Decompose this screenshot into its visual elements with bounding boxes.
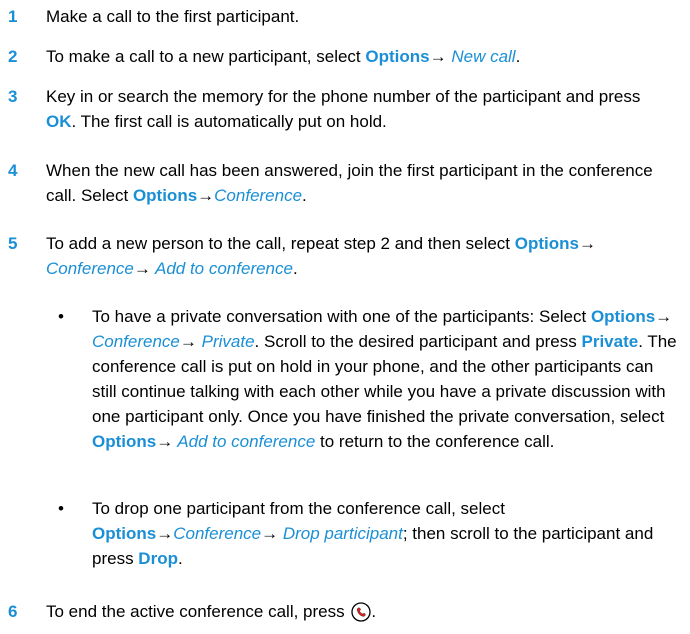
arrow-icon: → [429,47,447,66]
step-text-span: . [371,602,377,621]
step-text-span: . [302,186,307,205]
arrow-icon: → [655,307,673,326]
arrow-icon: → [578,234,596,253]
bullet-text-span: . [177,549,183,568]
step-text: To end the active conference call, press… [46,599,671,624]
menu-keyword: Options [514,234,579,253]
menu-option: Add to conference [173,432,316,451]
step-text-span: To end the active conference call, press [46,602,350,621]
step-text-span: To add a new person to the call, repeat … [46,234,515,253]
bullet-icon: • [58,499,64,518]
menu-keyword: Options [92,524,157,543]
menu-keyword: Options [92,432,157,451]
step-text: To add a new person to the call, repeat … [46,231,671,281]
bullet-text-span: To drop one participant from the confere… [92,499,505,518]
menu-option: Conference [173,524,262,543]
bullet-text-span: To have a private conversation with one … [92,307,591,326]
arrow-icon: → [179,332,197,351]
step-text-span: . [292,259,298,278]
step-text-span: . [515,47,521,66]
bullet-text-span: . Scroll to the desired participant and … [254,332,582,351]
menu-option: Conference [46,259,134,278]
step-number: 4 [8,161,18,180]
menu-keyword: Options [365,47,430,66]
step-number: 5 [8,234,18,253]
menu-option: Drop participant [278,524,403,543]
menu-keyword: Options [132,186,198,205]
bullet-icon: • [58,307,64,326]
arrow-icon: → [156,524,174,543]
step-number: 6 [8,602,18,621]
key-label: Private [581,332,639,351]
key-label: Drop [138,549,178,568]
step-text-span: Key in or search the memory for the phon… [46,87,641,106]
step-text-span: Make a call to the first participant. [46,7,300,26]
step-number: 1 [8,7,18,26]
step-text-span: . The first call is automatically put on… [71,112,387,131]
menu-option: Add to conference [150,259,293,278]
end-call-icon [351,602,371,622]
arrow-icon: → [133,259,151,278]
bullet-text: To have a private conversation with one … [92,304,682,454]
arrow-icon: → [197,186,215,205]
menu-option: Private [196,332,255,351]
menu-option: New call [446,47,516,66]
document-page: 1 Make a call to the first participant. … [0,0,690,634]
step-text: Key in or search the memory for the phon… [46,84,671,134]
bullet-text-span: to return to the conference call. [315,432,555,451]
step-text: Make a call to the first participant. [46,4,671,29]
step-text-span: To make a call to a new participant, sel… [46,47,366,66]
step-number: 2 [8,47,18,66]
arrow-icon: → [156,432,174,451]
step-number: 3 [8,87,18,106]
menu-option: Conference [214,186,303,205]
step-text: When the new call has been answered, joi… [46,158,671,208]
bullet-text: To drop one participant from the confere… [92,496,682,571]
menu-keyword: Options [590,307,656,326]
arrow-icon: → [261,524,279,543]
menu-option: Conference [92,332,180,351]
step-text: To make a call to a new participant, sel… [46,44,671,69]
key-label: OK [46,112,72,131]
